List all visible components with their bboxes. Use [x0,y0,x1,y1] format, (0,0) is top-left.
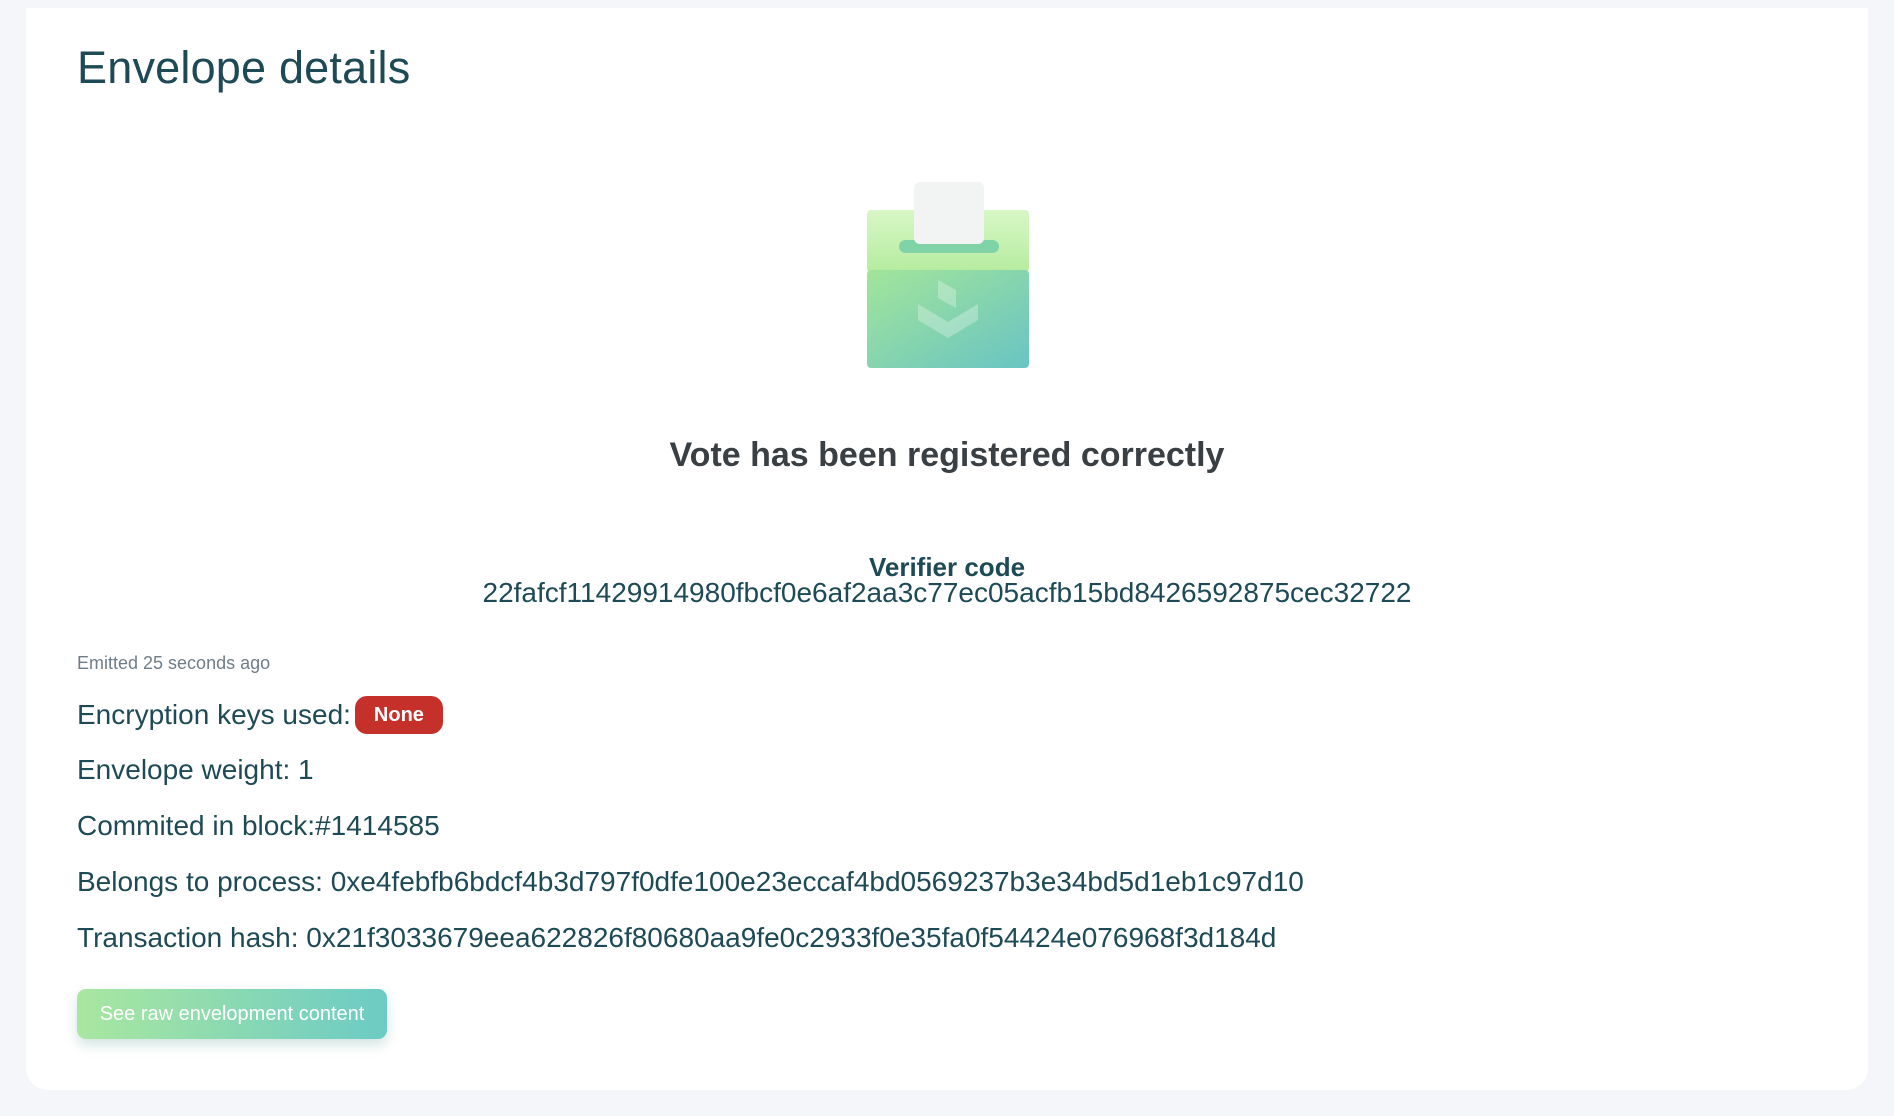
page-title: Envelope details [77,42,411,93]
transaction-hash: Transaction hash: 0x21f3033679eea622826f… [77,922,1277,953]
process-id: Belongs to process: 0xe4febfb6bdcf4b3d79… [77,866,1304,897]
encryption-keys-row: Encryption keys used: None [77,696,443,734]
encryption-keys-label: Encryption keys used: [77,699,351,730]
see-raw-content-button[interactable]: See raw envelopment content [77,989,387,1039]
verifier-code-value: 22fafcf11429914980fbcf0e6af2aa3c77ec05ac… [482,577,1412,608]
envelope-details-card: Envelope details Vote has been registere… [26,8,1868,1090]
ballot-box-icon [867,182,1029,368]
envelope-weight: Envelope weight: 1 [77,754,314,785]
committed-block: Commited in block:#1414585 [77,810,440,841]
vote-registered-message: Vote has been registered correctly [669,436,1225,474]
emitted-time: Emitted 25 seconds ago [77,653,271,673]
encryption-status-badge: None [354,696,443,734]
